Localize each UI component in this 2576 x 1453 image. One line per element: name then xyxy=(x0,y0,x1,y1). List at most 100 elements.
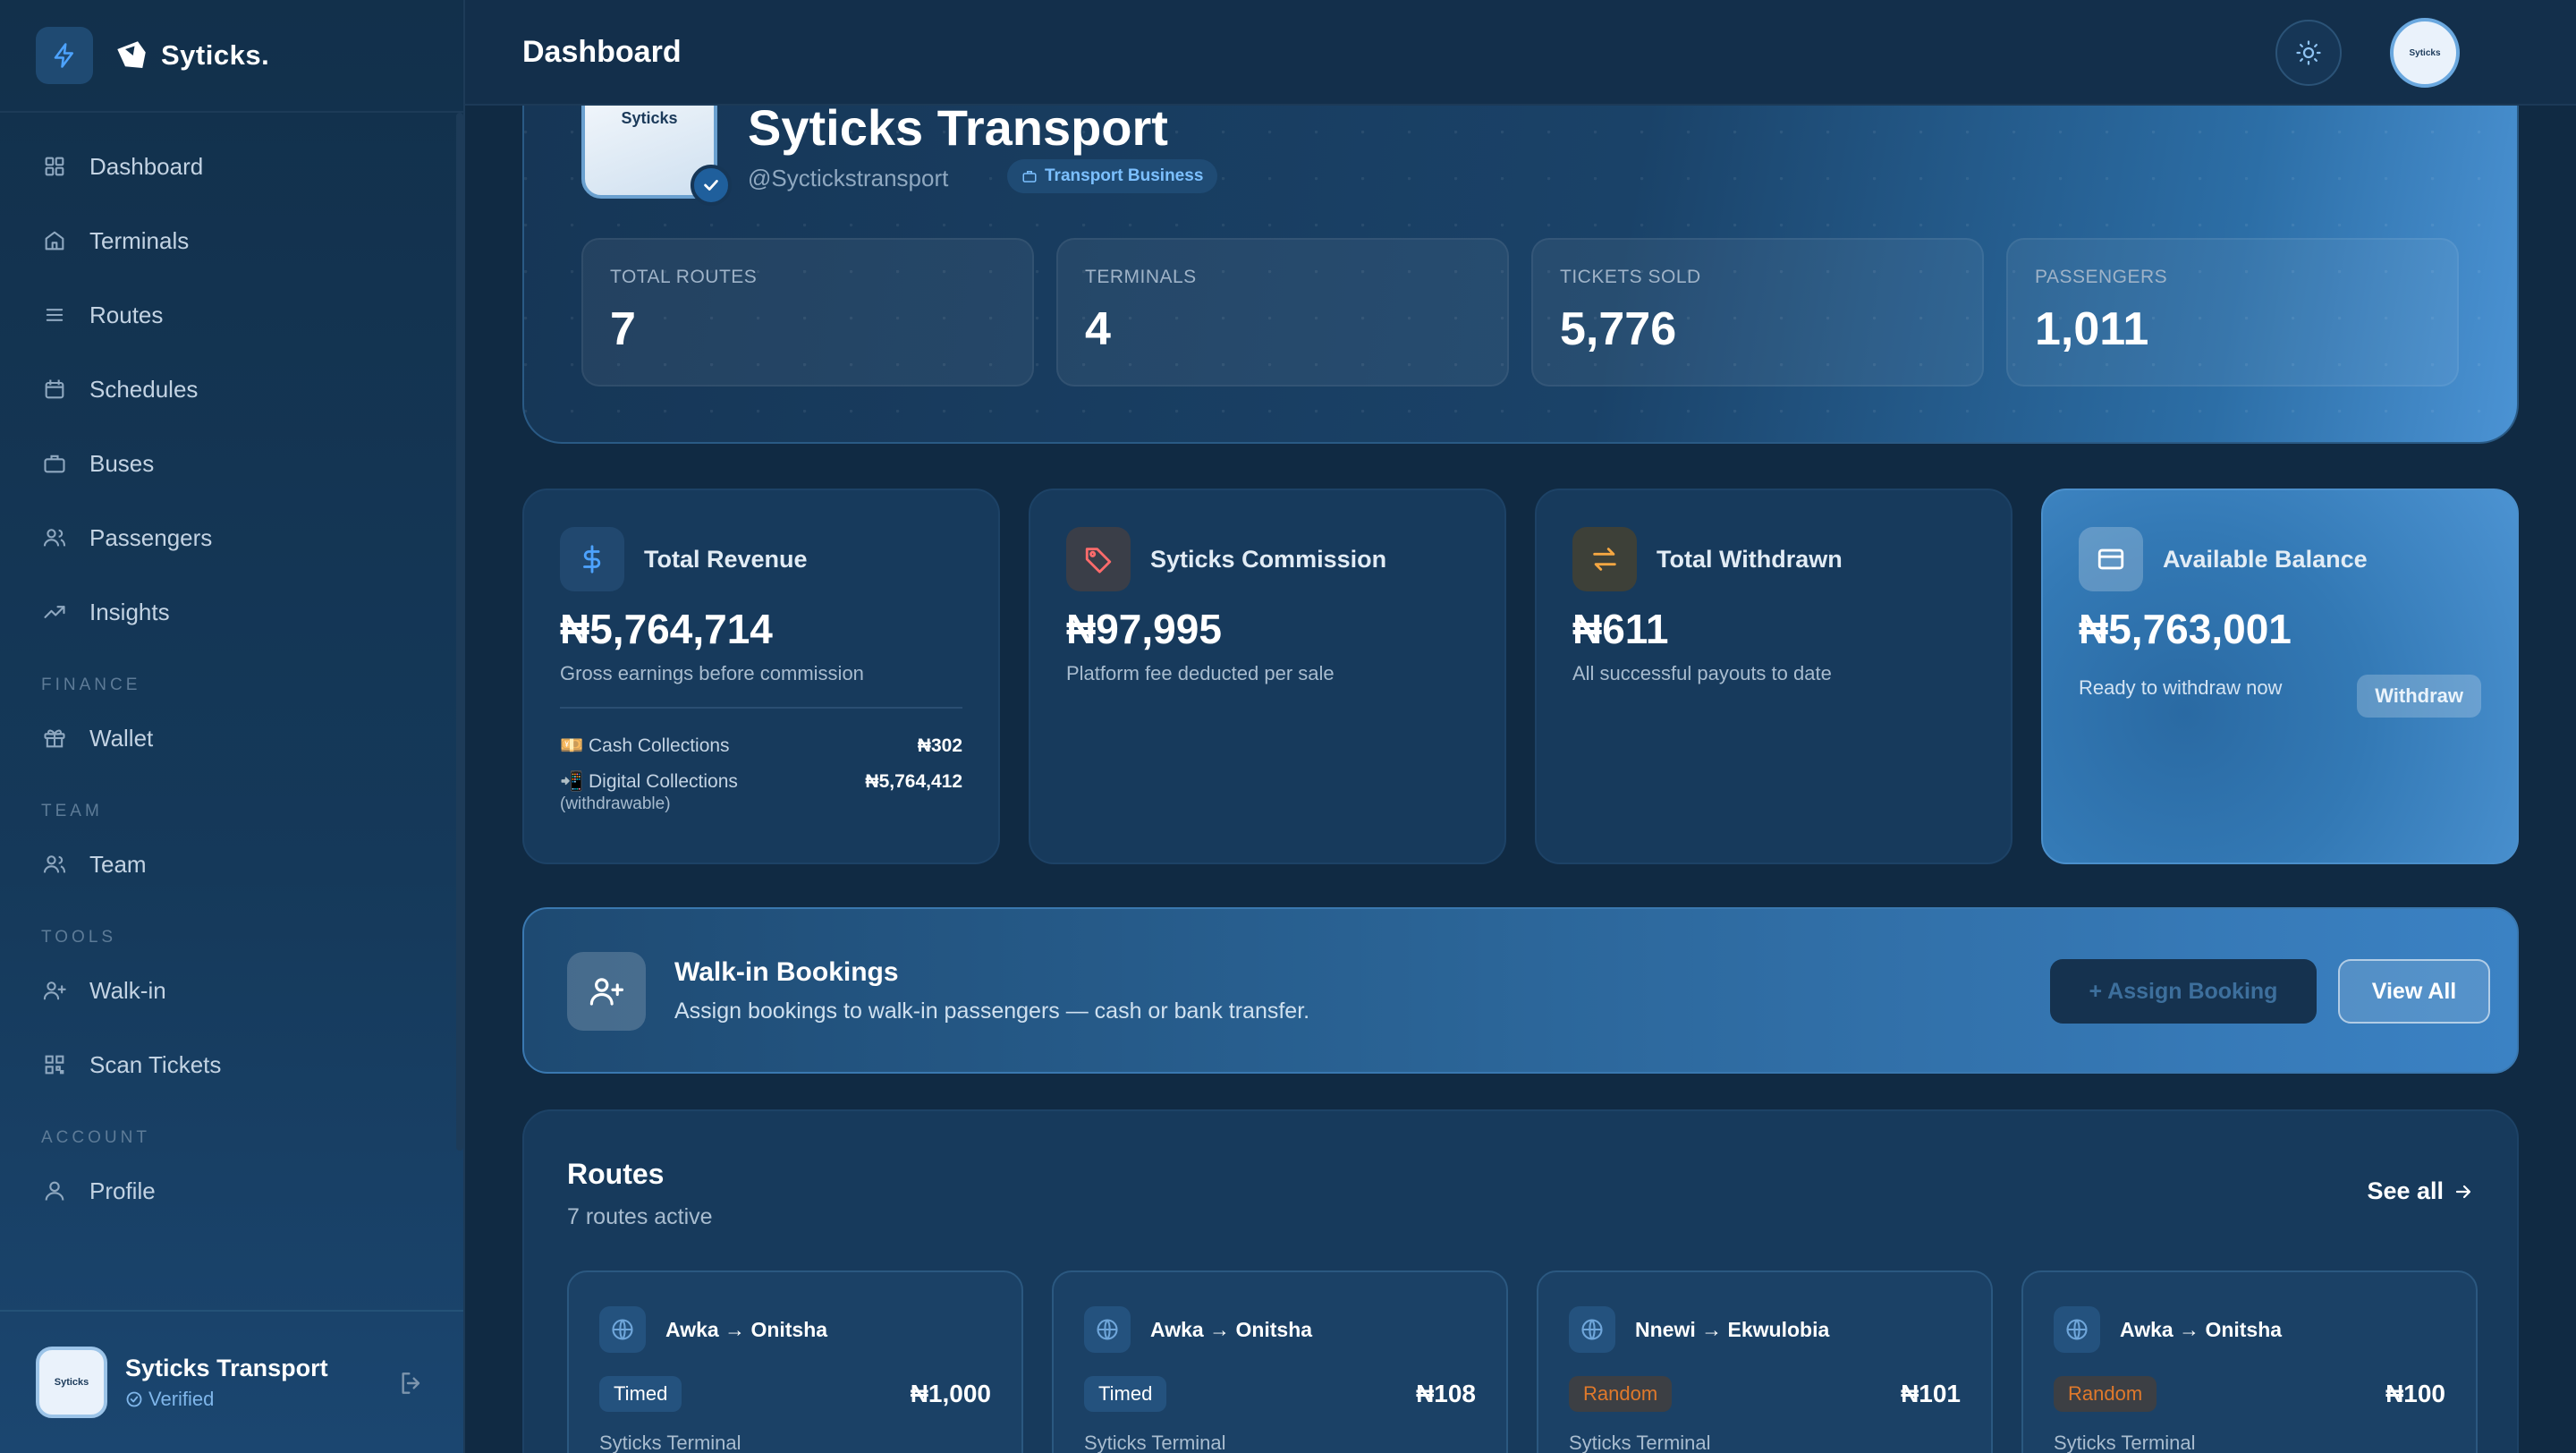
route-name: Nnewi → Ekwulobia xyxy=(1635,1317,1830,1341)
briefcase-icon xyxy=(41,450,68,477)
sidebar-scrollbar[interactable] xyxy=(456,113,463,1151)
users-icon xyxy=(41,524,68,551)
route-terminal: Syticks Terminal xyxy=(1084,1432,1226,1453)
route-card[interactable]: Nnewi → Ekwulobia Random ₦101 Syticks Te… xyxy=(1537,1270,1993,1453)
sidebar-item-label: Schedules xyxy=(89,375,199,403)
brand-name: Syticks. xyxy=(161,39,270,71)
sidebar-item-label: Profile xyxy=(89,1177,156,1204)
stat-label: PASSENGERS xyxy=(2035,267,2168,287)
sidebar-item-buses[interactable]: Buses xyxy=(0,437,463,490)
route-type-badge: Timed xyxy=(1084,1376,1167,1412)
briefcase-icon xyxy=(1022,171,1037,183)
sidebar-item-label: Insights xyxy=(89,598,170,625)
sidebar-item-label: Wallet xyxy=(89,724,154,752)
divider xyxy=(560,707,962,709)
route-price: ₦1,000 xyxy=(910,1380,991,1407)
avatar[interactable]: Syticks xyxy=(36,1347,107,1418)
sidebar-toggle-button[interactable] xyxy=(36,27,93,84)
card-value: ₦611 xyxy=(1572,606,1669,652)
sidebar-item-wallet[interactable]: Wallet xyxy=(0,711,463,765)
globe-icon xyxy=(1569,1306,1615,1353)
see-all-label: See all xyxy=(2367,1177,2444,1204)
card-title: Syticks Commission xyxy=(1150,545,1387,573)
route-price: ₦108 xyxy=(1416,1380,1476,1407)
total-withdrawn-card: Total Withdrawn ₦611 All successful payo… xyxy=(1535,489,2012,864)
brand-logo[interactable]: Syticks. xyxy=(113,37,269,74)
users-icon xyxy=(41,851,68,878)
view-all-button[interactable]: View All xyxy=(2338,959,2490,1024)
sidebar-item-label: Buses xyxy=(89,449,155,477)
assign-booking-button[interactable]: + Assign Booking xyxy=(2050,959,2317,1024)
avatar[interactable]: Syticks xyxy=(2390,18,2460,88)
stat-label: TOTAL ROUTES xyxy=(610,267,758,287)
cash-collections-row: 💴 Cash Collections ₦302 xyxy=(560,728,962,764)
route-terminal: Syticks Terminal xyxy=(1569,1432,1711,1453)
verified-check-icon xyxy=(691,165,732,206)
card-title: Available Balance xyxy=(2163,545,2368,573)
user-plus-icon xyxy=(41,977,68,1004)
route-terminal: Syticks Terminal xyxy=(599,1432,741,1453)
logout-icon[interactable] xyxy=(397,1369,426,1398)
sidebar-item-schedules[interactable]: Schedules xyxy=(0,362,463,416)
route-card[interactable]: Awka → Onitsha Random ₦100 Syticks Termi… xyxy=(2021,1270,2478,1453)
sidebar-item-label: Terminals xyxy=(89,226,190,254)
brand-header: Syticks. xyxy=(0,0,463,113)
route-card[interactable]: Awka → Onitsha Timed ₦108 Syticks Termin… xyxy=(1052,1270,1508,1453)
walk-in-subtitle: Assign bookings to walk-in passengers — … xyxy=(674,998,1310,1024)
sidebar-item-label: Scan Tickets xyxy=(89,1050,222,1078)
sidebar-item-walk-in[interactable]: Walk-in xyxy=(0,964,463,1017)
home-icon xyxy=(41,227,68,254)
globe-icon xyxy=(599,1306,646,1353)
walk-in-bookings-banner: Walk-in Bookings Assign bookings to walk… xyxy=(522,907,2519,1074)
card-subtitle: Platform fee deducted per sale xyxy=(1066,662,1335,684)
sidebar-item-passengers[interactable]: Passengers xyxy=(0,511,463,565)
cash-collections-amount: ₦302 xyxy=(917,735,962,756)
sidebar-item-terminals[interactable]: Terminals xyxy=(0,214,463,268)
list-icon xyxy=(41,302,68,328)
digital-collections-amount: ₦5,764,412 xyxy=(865,771,962,792)
footer-account-name: Syticks Transport xyxy=(125,1354,328,1381)
card-subtitle: All successful payouts to date xyxy=(1572,662,1832,684)
stat-tickets-sold: TICKETS SOLD 5,776 xyxy=(1531,238,1984,387)
digital-collections-label: 📲 Digital Collections xyxy=(560,771,738,792)
theme-toggle-button[interactable] xyxy=(2275,20,2342,86)
route-price: ₦101 xyxy=(1901,1380,1961,1407)
sidebar-item-profile[interactable]: Profile xyxy=(0,1164,463,1218)
route-card[interactable]: Awka → Onitsha Timed ₦1,000 Syticks Term… xyxy=(567,1270,1023,1453)
business-type-label: Transport Business xyxy=(1045,166,1204,185)
tag-icon xyxy=(1066,527,1131,591)
gift-icon xyxy=(41,725,68,752)
verified-label: Verified xyxy=(148,1387,215,1410)
withdraw-button[interactable]: Withdraw xyxy=(2357,675,2481,718)
routes-title: Routes xyxy=(567,1158,665,1190)
stat-value: 7 xyxy=(610,303,636,355)
company-handle: @Syctickstransport xyxy=(748,165,949,191)
total-revenue-card: Total Revenue ₦5,764,714 Gross earnings … xyxy=(522,489,1000,864)
route-type-badge: Random xyxy=(1569,1376,1673,1412)
stat-passengers: PASSENGERS 1,011 xyxy=(2006,238,2459,387)
route-type-badge: Random xyxy=(2054,1376,2157,1412)
commission-card: Syticks Commission ₦97,995 Platform fee … xyxy=(1029,489,1506,864)
sidebar-item-label: Team xyxy=(89,850,147,878)
stat-value: 5,776 xyxy=(1560,303,1677,355)
card-title: Total Revenue xyxy=(644,545,808,573)
sidebar-item-scan-tickets[interactable]: Scan Tickets xyxy=(0,1038,463,1092)
sidebar-item-dashboard[interactable]: Dashboard xyxy=(0,140,463,193)
card-title: Total Withdrawn xyxy=(1657,545,1843,573)
card-value: ₦5,763,001 xyxy=(2079,606,2292,652)
sidebar-item-label: Walk-in xyxy=(89,976,166,1004)
route-price: ₦100 xyxy=(2385,1380,2445,1407)
routes-section: Routes 7 routes active See all Awka → On… xyxy=(522,1109,2519,1453)
route-name: Awka → Onitsha xyxy=(665,1317,828,1341)
stat-total-routes: TOTAL ROUTES 7 xyxy=(581,238,1034,387)
route-name: Awka → Onitsha xyxy=(2120,1317,2283,1341)
sidebar-item-routes[interactable]: Routes xyxy=(0,288,463,342)
grid-icon xyxy=(41,153,68,180)
sidebar-item-insights[interactable]: Insights xyxy=(0,585,463,639)
check-circle-icon xyxy=(126,1391,142,1406)
sidebar-item-team[interactable]: Team xyxy=(0,837,463,891)
route-name: Awka → Onitsha xyxy=(1150,1317,1313,1341)
available-balance-card: Available Balance ₦5,763,001 Ready to wi… xyxy=(2041,489,2519,864)
see-all-link[interactable]: See all xyxy=(2367,1177,2474,1205)
routes-subtitle: 7 routes active xyxy=(567,1204,713,1229)
